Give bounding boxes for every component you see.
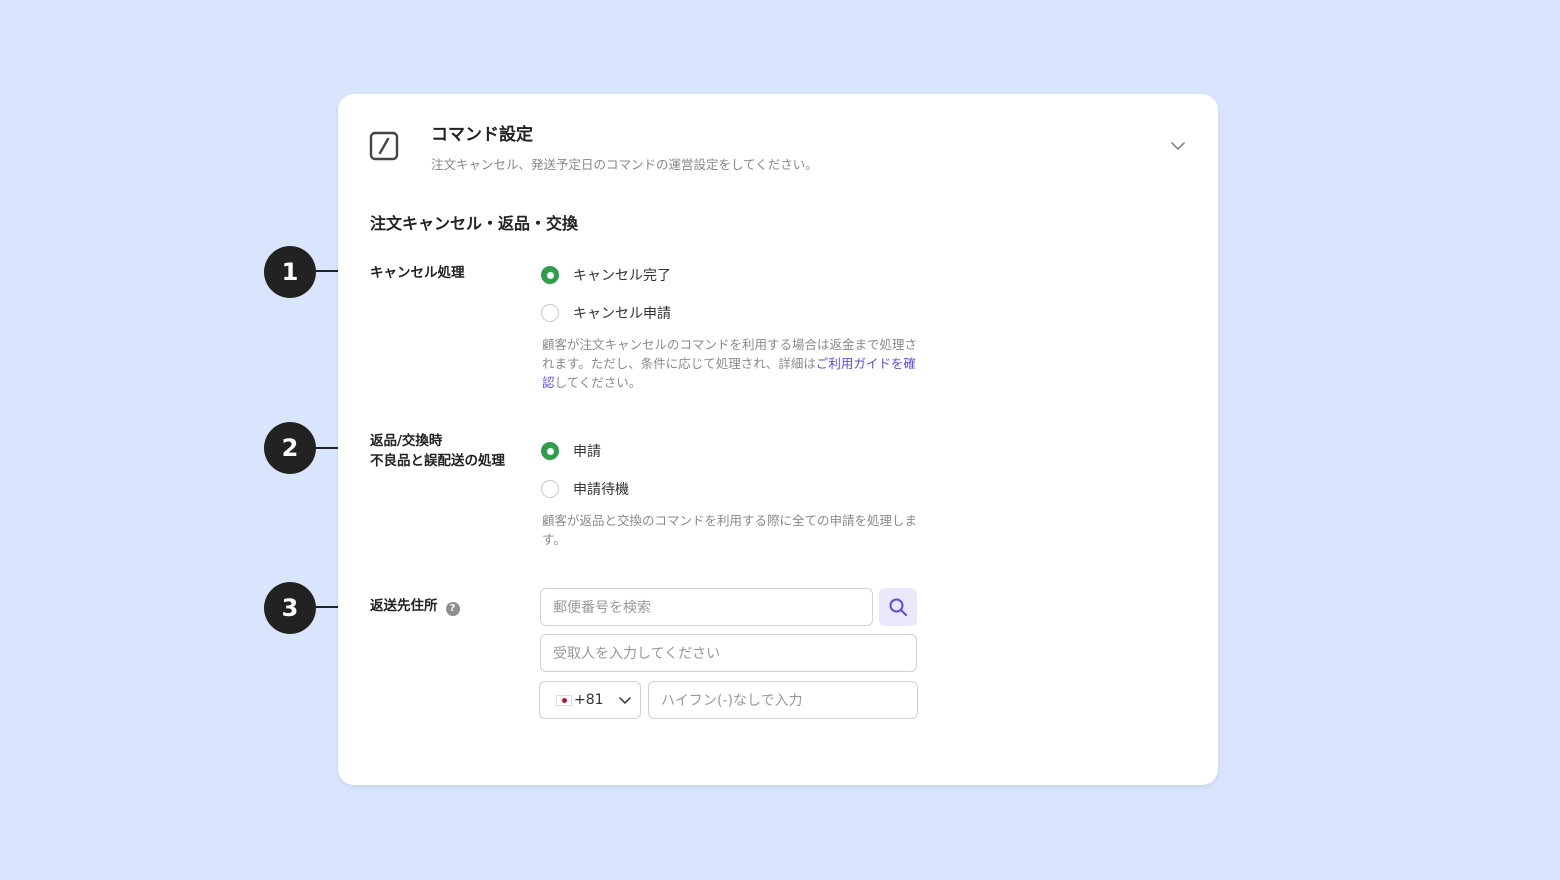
- chevron-down-icon: [618, 697, 631, 704]
- question-icon[interactable]: ?: [445, 602, 460, 616]
- command-settings-card: コマンド設定 注文キャンセル、発送予定日のコマンドの運営設定をしてください。 注…: [338, 94, 1218, 785]
- return-exchange-label: 返品/交換時 不良品と誤配送の処理: [370, 433, 505, 469]
- radio-label: 申請待機: [573, 482, 629, 498]
- chevron-down-icon[interactable]: [1168, 136, 1188, 156]
- slash-command-icon: [369, 131, 399, 161]
- radio-indicator: [541, 480, 559, 498]
- return-address-label: 返送先住所?: [370, 596, 460, 616]
- radio-apply[interactable]: 申請: [541, 441, 601, 461]
- radio-label: キャンセル完了: [573, 268, 671, 284]
- cancel-help-text: 顧客が注文キャンセルのコマンドを利用する場合は返金まで処理されます。ただし、条件…: [542, 337, 918, 390]
- phone-number-input[interactable]: ハイフン(-)なしで入力: [648, 681, 918, 719]
- radio-label: 申請: [573, 444, 601, 460]
- country-code-value: +81: [574, 692, 604, 708]
- postal-search-button[interactable]: [879, 588, 917, 626]
- radio-indicator-selected: [541, 442, 559, 460]
- country-code-select[interactable]: +81: [539, 681, 641, 719]
- radio-label: キャンセル申請: [573, 306, 671, 322]
- recipient-input[interactable]: 受取人を入力してください: [540, 634, 917, 672]
- radio-apply-pending[interactable]: 申請待機: [541, 479, 629, 499]
- card-title: コマンド設定: [431, 125, 533, 145]
- japan-flag-icon: [556, 694, 572, 706]
- search-icon: [889, 598, 907, 616]
- callout-badge-1: 1: [264, 246, 316, 298]
- card-subtitle: 注文キャンセル、発送予定日のコマンドの運営設定をしてください。: [431, 157, 818, 172]
- radio-cancel-complete[interactable]: キャンセル完了: [541, 265, 671, 285]
- cancel-processing-label: キャンセル処理: [370, 265, 465, 281]
- section-title: 注文キャンセル・返品・交換: [370, 214, 579, 233]
- postal-code-search-input[interactable]: 郵便番号を検索: [540, 588, 873, 626]
- radio-cancel-request[interactable]: キャンセル申請: [541, 303, 671, 323]
- radio-indicator-selected: [541, 266, 559, 284]
- return-exchange-help-text: 顧客が返品と交換のコマンドを利用する際に全ての申請を処理します。: [542, 513, 918, 547]
- callout-badge-3: 3: [264, 582, 316, 634]
- radio-indicator: [541, 304, 559, 322]
- callout-badge-2: 2: [264, 422, 316, 474]
